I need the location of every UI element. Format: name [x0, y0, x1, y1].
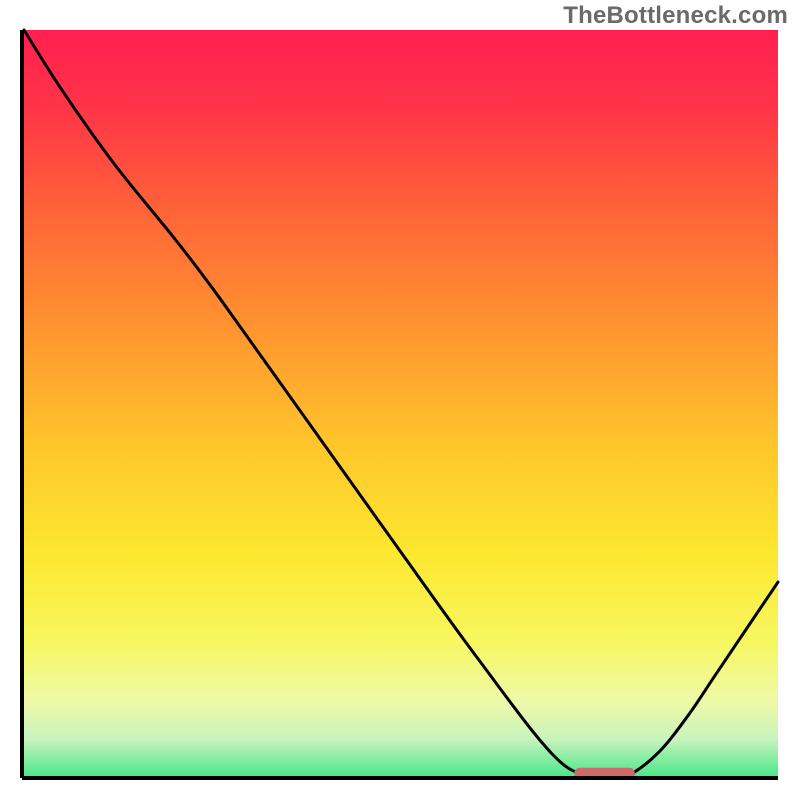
chart-container: TheBottleneck.com [0, 0, 800, 800]
bottleneck-chart [0, 0, 800, 800]
attribution-watermark: TheBottleneck.com [563, 2, 788, 30]
gradient-background [24, 30, 778, 776]
